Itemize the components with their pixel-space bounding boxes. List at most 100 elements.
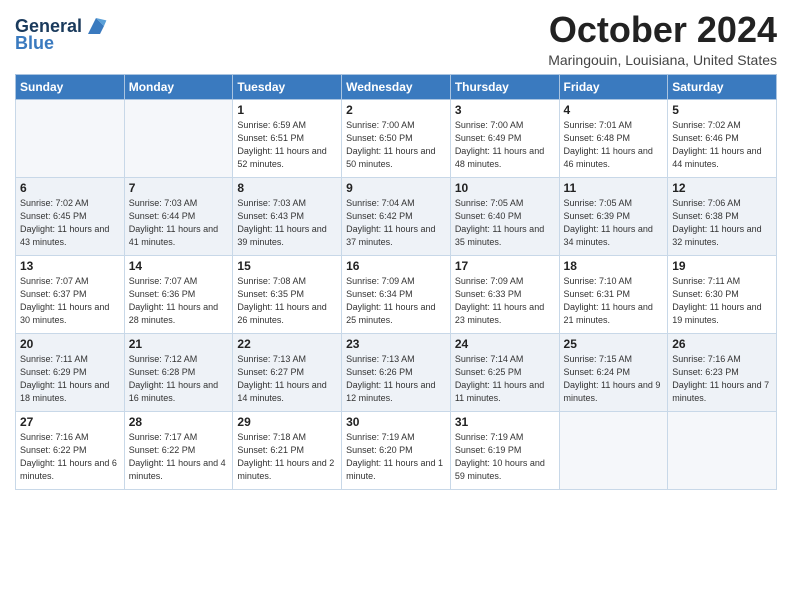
cell-detail: Sunrise: 7:05 AM Sunset: 6:40 PM Dayligh… xyxy=(455,197,555,249)
cell-detail: Sunrise: 6:59 AM Sunset: 6:51 PM Dayligh… xyxy=(237,119,337,171)
table-row: 2Sunrise: 7:00 AM Sunset: 6:50 PM Daylig… xyxy=(342,99,451,177)
cell-detail: Sunrise: 7:13 AM Sunset: 6:27 PM Dayligh… xyxy=(237,353,337,405)
col-thursday: Thursday xyxy=(450,74,559,99)
cell-detail: Sunrise: 7:07 AM Sunset: 6:36 PM Dayligh… xyxy=(129,275,229,327)
day-number: 17 xyxy=(455,259,555,273)
day-number: 27 xyxy=(20,415,120,429)
cell-detail: Sunrise: 7:02 AM Sunset: 6:45 PM Dayligh… xyxy=(20,197,120,249)
logo-icon xyxy=(84,14,108,38)
table-row: 9 Sunrise: 7:04 AM Sunset: 6:42 PM Daylig… xyxy=(342,177,451,255)
cell-detail: Sunrise: 7:18 AM Sunset: 6:21 PM Dayligh… xyxy=(237,431,337,483)
day-number: 1 xyxy=(237,103,337,117)
day-number: 3 xyxy=(455,103,555,117)
table-row: 16 Sunrise: 7:09 AM Sunset: 6:34 PM Dayli… xyxy=(342,255,451,333)
day-number: 13 xyxy=(20,259,120,273)
day-number: 22 xyxy=(237,337,337,351)
table-row: 25Sunrise: 7:15 AM Sunset: 6:24 PM Dayli… xyxy=(559,333,668,411)
day-number: 26 xyxy=(672,337,772,351)
cell-detail: Sunrise: 7:07 AM Sunset: 6:37 PM Dayligh… xyxy=(20,275,120,327)
table-row: 8Sunrise: 7:03 AM Sunset: 6:43 PM Daylig… xyxy=(233,177,342,255)
cell-detail: Sunrise: 7:04 AM Sunset: 6:42 PM Dayligh… xyxy=(346,197,446,249)
day-number: 20 xyxy=(20,337,120,351)
table-row: 4Sunrise: 7:01 AM Sunset: 6:48 PM Daylig… xyxy=(559,99,668,177)
day-number: 19 xyxy=(672,259,772,273)
day-number: 24 xyxy=(455,337,555,351)
col-monday: Monday xyxy=(124,74,233,99)
calendar-table: Sunday Monday Tuesday Wednesday Thursday… xyxy=(15,74,777,490)
table-row: 27 Sunrise: 7:16 AM Sunset: 6:22 PM Dayli… xyxy=(16,411,125,489)
day-number: 6 xyxy=(20,181,120,195)
cell-detail: Sunrise: 7:17 AM Sunset: 6:22 PM Dayligh… xyxy=(129,431,229,483)
table-row: 12 Sunrise: 7:06 AM Sunset: 6:38 PM Dayli… xyxy=(668,177,777,255)
col-saturday: Saturday xyxy=(668,74,777,99)
day-number: 11 xyxy=(564,181,664,195)
day-number: 2 xyxy=(346,103,446,117)
day-number: 14 xyxy=(129,259,229,273)
cell-detail: Sunrise: 7:10 AM Sunset: 6:31 PM Dayligh… xyxy=(564,275,664,327)
table-row: 30Sunrise: 7:19 AM Sunset: 6:20 PM Dayli… xyxy=(342,411,451,489)
table-row: 1 Sunrise: 6:59 AM Sunset: 6:51 PM Daylig… xyxy=(233,99,342,177)
calendar-week-row: 20 Sunrise: 7:11 AM Sunset: 6:29 PM Dayli… xyxy=(16,333,777,411)
table-row: 29 Sunrise: 7:18 AM Sunset: 6:21 PM Dayli… xyxy=(233,411,342,489)
table-row: 20 Sunrise: 7:11 AM Sunset: 6:29 PM Dayli… xyxy=(16,333,125,411)
page: General Blue October 2024 Maringouin, Lo… xyxy=(0,0,792,612)
calendar-week-row: 27 Sunrise: 7:16 AM Sunset: 6:22 PM Dayli… xyxy=(16,411,777,489)
day-number: 16 xyxy=(346,259,446,273)
cell-detail: Sunrise: 7:09 AM Sunset: 6:34 PM Dayligh… xyxy=(346,275,446,327)
cell-detail: Sunrise: 7:09 AM Sunset: 6:33 PM Dayligh… xyxy=(455,275,555,327)
day-number: 4 xyxy=(564,103,664,117)
day-number: 15 xyxy=(237,259,337,273)
table-row: 31 Sunrise: 7:19 AM Sunset: 6:19 PM Dayli… xyxy=(450,411,559,489)
cell-detail: Sunrise: 7:03 AM Sunset: 6:43 PM Dayligh… xyxy=(237,197,337,249)
table-row: 28Sunrise: 7:17 AM Sunset: 6:22 PM Dayli… xyxy=(124,411,233,489)
col-friday: Friday xyxy=(559,74,668,99)
table-row: 21Sunrise: 7:12 AM Sunset: 6:28 PM Dayli… xyxy=(124,333,233,411)
cell-detail: Sunrise: 7:16 AM Sunset: 6:22 PM Dayligh… xyxy=(20,431,120,483)
table-row xyxy=(124,99,233,177)
table-row: 3 Sunrise: 7:00 AM Sunset: 6:49 PM Daylig… xyxy=(450,99,559,177)
day-number: 29 xyxy=(237,415,337,429)
cell-detail: Sunrise: 7:11 AM Sunset: 6:29 PM Dayligh… xyxy=(20,353,120,405)
day-number: 12 xyxy=(672,181,772,195)
table-row xyxy=(16,99,125,177)
day-number: 25 xyxy=(564,337,664,351)
table-row: 7Sunrise: 7:03 AM Sunset: 6:44 PM Daylig… xyxy=(124,177,233,255)
cell-detail: Sunrise: 7:13 AM Sunset: 6:26 PM Dayligh… xyxy=(346,353,446,405)
table-row: 10 Sunrise: 7:05 AM Sunset: 6:40 PM Dayli… xyxy=(450,177,559,255)
calendar-week-row: 13 Sunrise: 7:07 AM Sunset: 6:37 PM Dayli… xyxy=(16,255,777,333)
col-sunday: Sunday xyxy=(16,74,125,99)
table-row xyxy=(559,411,668,489)
table-row: 5Sunrise: 7:02 AM Sunset: 6:46 PM Daylig… xyxy=(668,99,777,177)
cell-detail: Sunrise: 7:14 AM Sunset: 6:25 PM Dayligh… xyxy=(455,353,555,405)
header: General Blue October 2024 Maringouin, Lo… xyxy=(15,10,777,68)
table-row: 19Sunrise: 7:11 AM Sunset: 6:30 PM Dayli… xyxy=(668,255,777,333)
location: Maringouin, Louisiana, United States xyxy=(548,52,777,68)
day-number: 10 xyxy=(455,181,555,195)
calendar-week-row: 6 Sunrise: 7:02 AM Sunset: 6:45 PM Daylig… xyxy=(16,177,777,255)
table-row: 24 Sunrise: 7:14 AM Sunset: 6:25 PM Dayli… xyxy=(450,333,559,411)
cell-detail: Sunrise: 7:08 AM Sunset: 6:35 PM Dayligh… xyxy=(237,275,337,327)
logo: General Blue xyxy=(15,14,108,52)
cell-detail: Sunrise: 7:19 AM Sunset: 6:19 PM Dayligh… xyxy=(455,431,555,483)
table-row: 13 Sunrise: 7:07 AM Sunset: 6:37 PM Dayli… xyxy=(16,255,125,333)
cell-detail: Sunrise: 7:06 AM Sunset: 6:38 PM Dayligh… xyxy=(672,197,772,249)
cell-detail: Sunrise: 7:00 AM Sunset: 6:49 PM Dayligh… xyxy=(455,119,555,171)
table-row xyxy=(668,411,777,489)
table-row: 22 Sunrise: 7:13 AM Sunset: 6:27 PM Dayli… xyxy=(233,333,342,411)
day-number: 21 xyxy=(129,337,229,351)
cell-detail: Sunrise: 7:05 AM Sunset: 6:39 PM Dayligh… xyxy=(564,197,664,249)
cell-detail: Sunrise: 7:19 AM Sunset: 6:20 PM Dayligh… xyxy=(346,431,446,483)
table-row: 18Sunrise: 7:10 AM Sunset: 6:31 PM Dayli… xyxy=(559,255,668,333)
day-number: 5 xyxy=(672,103,772,117)
month-title: October 2024 xyxy=(548,10,777,50)
col-wednesday: Wednesday xyxy=(342,74,451,99)
cell-detail: Sunrise: 7:03 AM Sunset: 6:44 PM Dayligh… xyxy=(129,197,229,249)
day-number: 31 xyxy=(455,415,555,429)
table-row: 6 Sunrise: 7:02 AM Sunset: 6:45 PM Daylig… xyxy=(16,177,125,255)
table-row: 17 Sunrise: 7:09 AM Sunset: 6:33 PM Dayli… xyxy=(450,255,559,333)
table-row: 26 Sunrise: 7:16 AM Sunset: 6:23 PM Dayli… xyxy=(668,333,777,411)
table-row: 11 Sunrise: 7:05 AM Sunset: 6:39 PM Dayli… xyxy=(559,177,668,255)
cell-detail: Sunrise: 7:16 AM Sunset: 6:23 PM Dayligh… xyxy=(672,353,772,405)
calendar-header-row: Sunday Monday Tuesday Wednesday Thursday… xyxy=(16,74,777,99)
day-number: 9 xyxy=(346,181,446,195)
